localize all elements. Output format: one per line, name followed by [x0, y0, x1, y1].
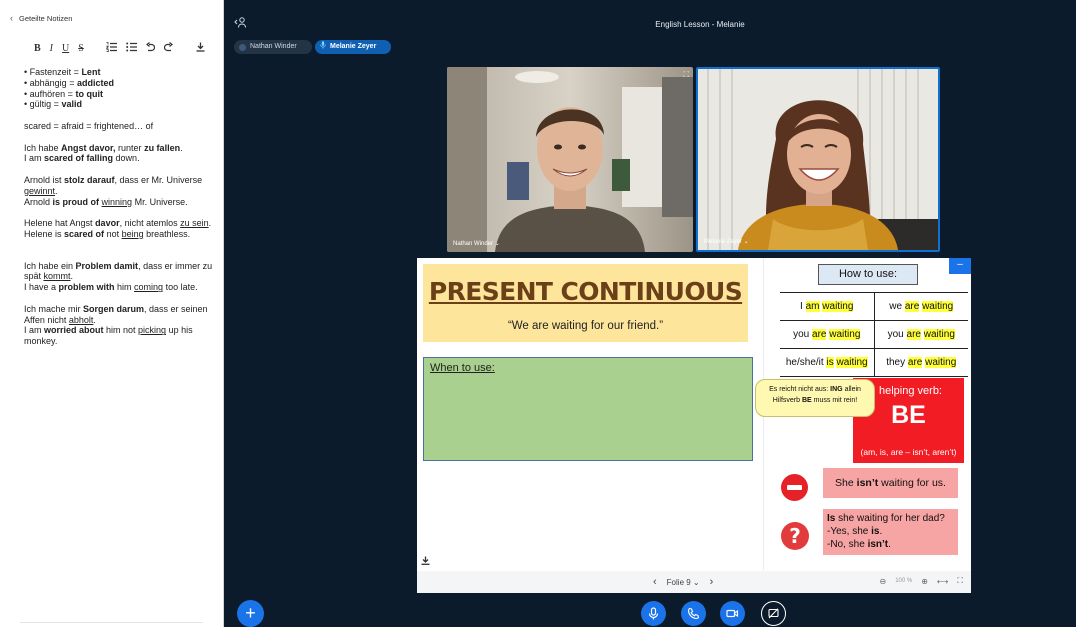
- no-entry-icon: [781, 474, 808, 501]
- screen-share-off-icon: [767, 607, 779, 618]
- bold-button[interactable]: B: [34, 43, 41, 54]
- meeting-title: English Lesson - Melanie: [655, 20, 745, 29]
- ordered-list-icon[interactable]: [105, 42, 117, 55]
- notes-editor[interactable]: • Fastenzeit = Lent • abhängig = addicte…: [24, 67, 216, 358]
- slide-example-sentence: “We are waiting for our friend.”: [507, 320, 664, 332]
- video-label-melanie: Melanie Zeyer ⌄: [704, 239, 749, 245]
- audio-phone-button[interactable]: [681, 601, 706, 626]
- minimize-presentation-button[interactable]: –: [949, 258, 971, 274]
- video-feed-nathan: [447, 67, 693, 252]
- microphone-icon: [648, 607, 659, 620]
- video-tile-melanie[interactable]: ⛶ Melanie Zeyer ⌄: [696, 67, 940, 252]
- italic-button[interactable]: I: [50, 43, 53, 54]
- previous-slide-button[interactable]: ‹: [653, 576, 657, 588]
- video-label-nathan: Nathan Winder ⌄: [453, 241, 500, 247]
- user-list-toggle-icon[interactable]: [234, 17, 246, 31]
- when-to-use-label: When to use:: [430, 362, 495, 374]
- screen-share-button[interactable]: [761, 601, 786, 626]
- question-mark-icon: ?: [781, 522, 809, 550]
- redo-icon[interactable]: [163, 42, 173, 55]
- when-to-use-box: When to use:: [423, 357, 753, 461]
- zoom-in-button[interactable]: ⊕: [921, 577, 928, 586]
- underline-button[interactable]: U: [62, 43, 69, 54]
- bullet-list-icon[interactable]: [126, 42, 137, 55]
- camera-button[interactable]: [720, 601, 745, 626]
- expand-icon[interactable]: ⛶: [928, 72, 934, 82]
- video-feed-melanie: [698, 69, 938, 250]
- shared-notes-panel: ‹ Geteilte Notizen B I U S • Fastenzeit …: [0, 0, 224, 627]
- participant-pill-nathan[interactable]: Nathan Winder: [234, 40, 312, 54]
- conjugation-table: I am waiting we are waiting you are wait…: [780, 292, 968, 377]
- table-row: you are waiting you are waiting: [780, 320, 968, 349]
- participant-pill-melanie[interactable]: Melanie Zeyer: [315, 40, 391, 54]
- question-example-box: Is she waiting for her dad? -Yes, she is…: [823, 509, 958, 555]
- table-row: I am waiting we are waiting: [780, 292, 968, 321]
- expand-icon[interactable]: ⛶: [683, 70, 689, 80]
- fit-width-button[interactable]: ⟷: [937, 577, 948, 586]
- download-presentation-icon[interactable]: [421, 556, 430, 567]
- presentation-toolbar: ‹ Folie 9 ⌄ › ⊖ 100 % ⊕ ⟷ ⛶: [417, 571, 971, 593]
- video-tile-nathan[interactable]: ⛶ Nathan Winder ⌄: [447, 67, 693, 252]
- notes-title: Geteilte Notizen: [19, 13, 73, 23]
- microphone-icon: [320, 40, 326, 54]
- avatar-dot: [239, 43, 246, 51]
- slide-selector[interactable]: Folie 9 ⌄: [667, 578, 700, 587]
- chevron-left-icon[interactable]: ‹: [10, 13, 13, 23]
- download-icon[interactable]: [196, 42, 205, 55]
- table-row: he/she/it is waiting they are waiting: [780, 348, 968, 377]
- undo-icon[interactable]: [145, 42, 155, 55]
- phone-icon: [687, 607, 700, 620]
- slide-title: PRESENT CONTINUOUS: [428, 277, 743, 306]
- zoom-level: 100 %: [895, 578, 913, 584]
- annotation-speech-bubble: Es reicht nicht aus: ING allein Hilfsver…: [755, 379, 875, 417]
- slide-title-box: PRESENT CONTINUOUS “We are waiting for o…: [423, 264, 748, 342]
- next-slide-button[interactable]: ›: [710, 576, 714, 588]
- fullscreen-button[interactable]: ⛶: [957, 576, 963, 586]
- presentation-area: PRESENT CONTINUOUS “We are waiting for o…: [417, 258, 971, 593]
- camera-icon: [726, 609, 739, 618]
- how-to-use-label: How to use:: [818, 264, 918, 285]
- microphone-button[interactable]: [641, 601, 666, 626]
- notes-toolbar: B I U S: [34, 42, 205, 55]
- strikethrough-button[interactable]: S: [78, 43, 84, 54]
- notes-header[interactable]: ‹ Geteilte Notizen: [10, 13, 72, 23]
- zoom-out-button[interactable]: ⊖: [880, 577, 887, 586]
- negative-example-box: She isn’t waiting for us.: [823, 468, 958, 498]
- actions-plus-button[interactable]: +: [237, 600, 264, 627]
